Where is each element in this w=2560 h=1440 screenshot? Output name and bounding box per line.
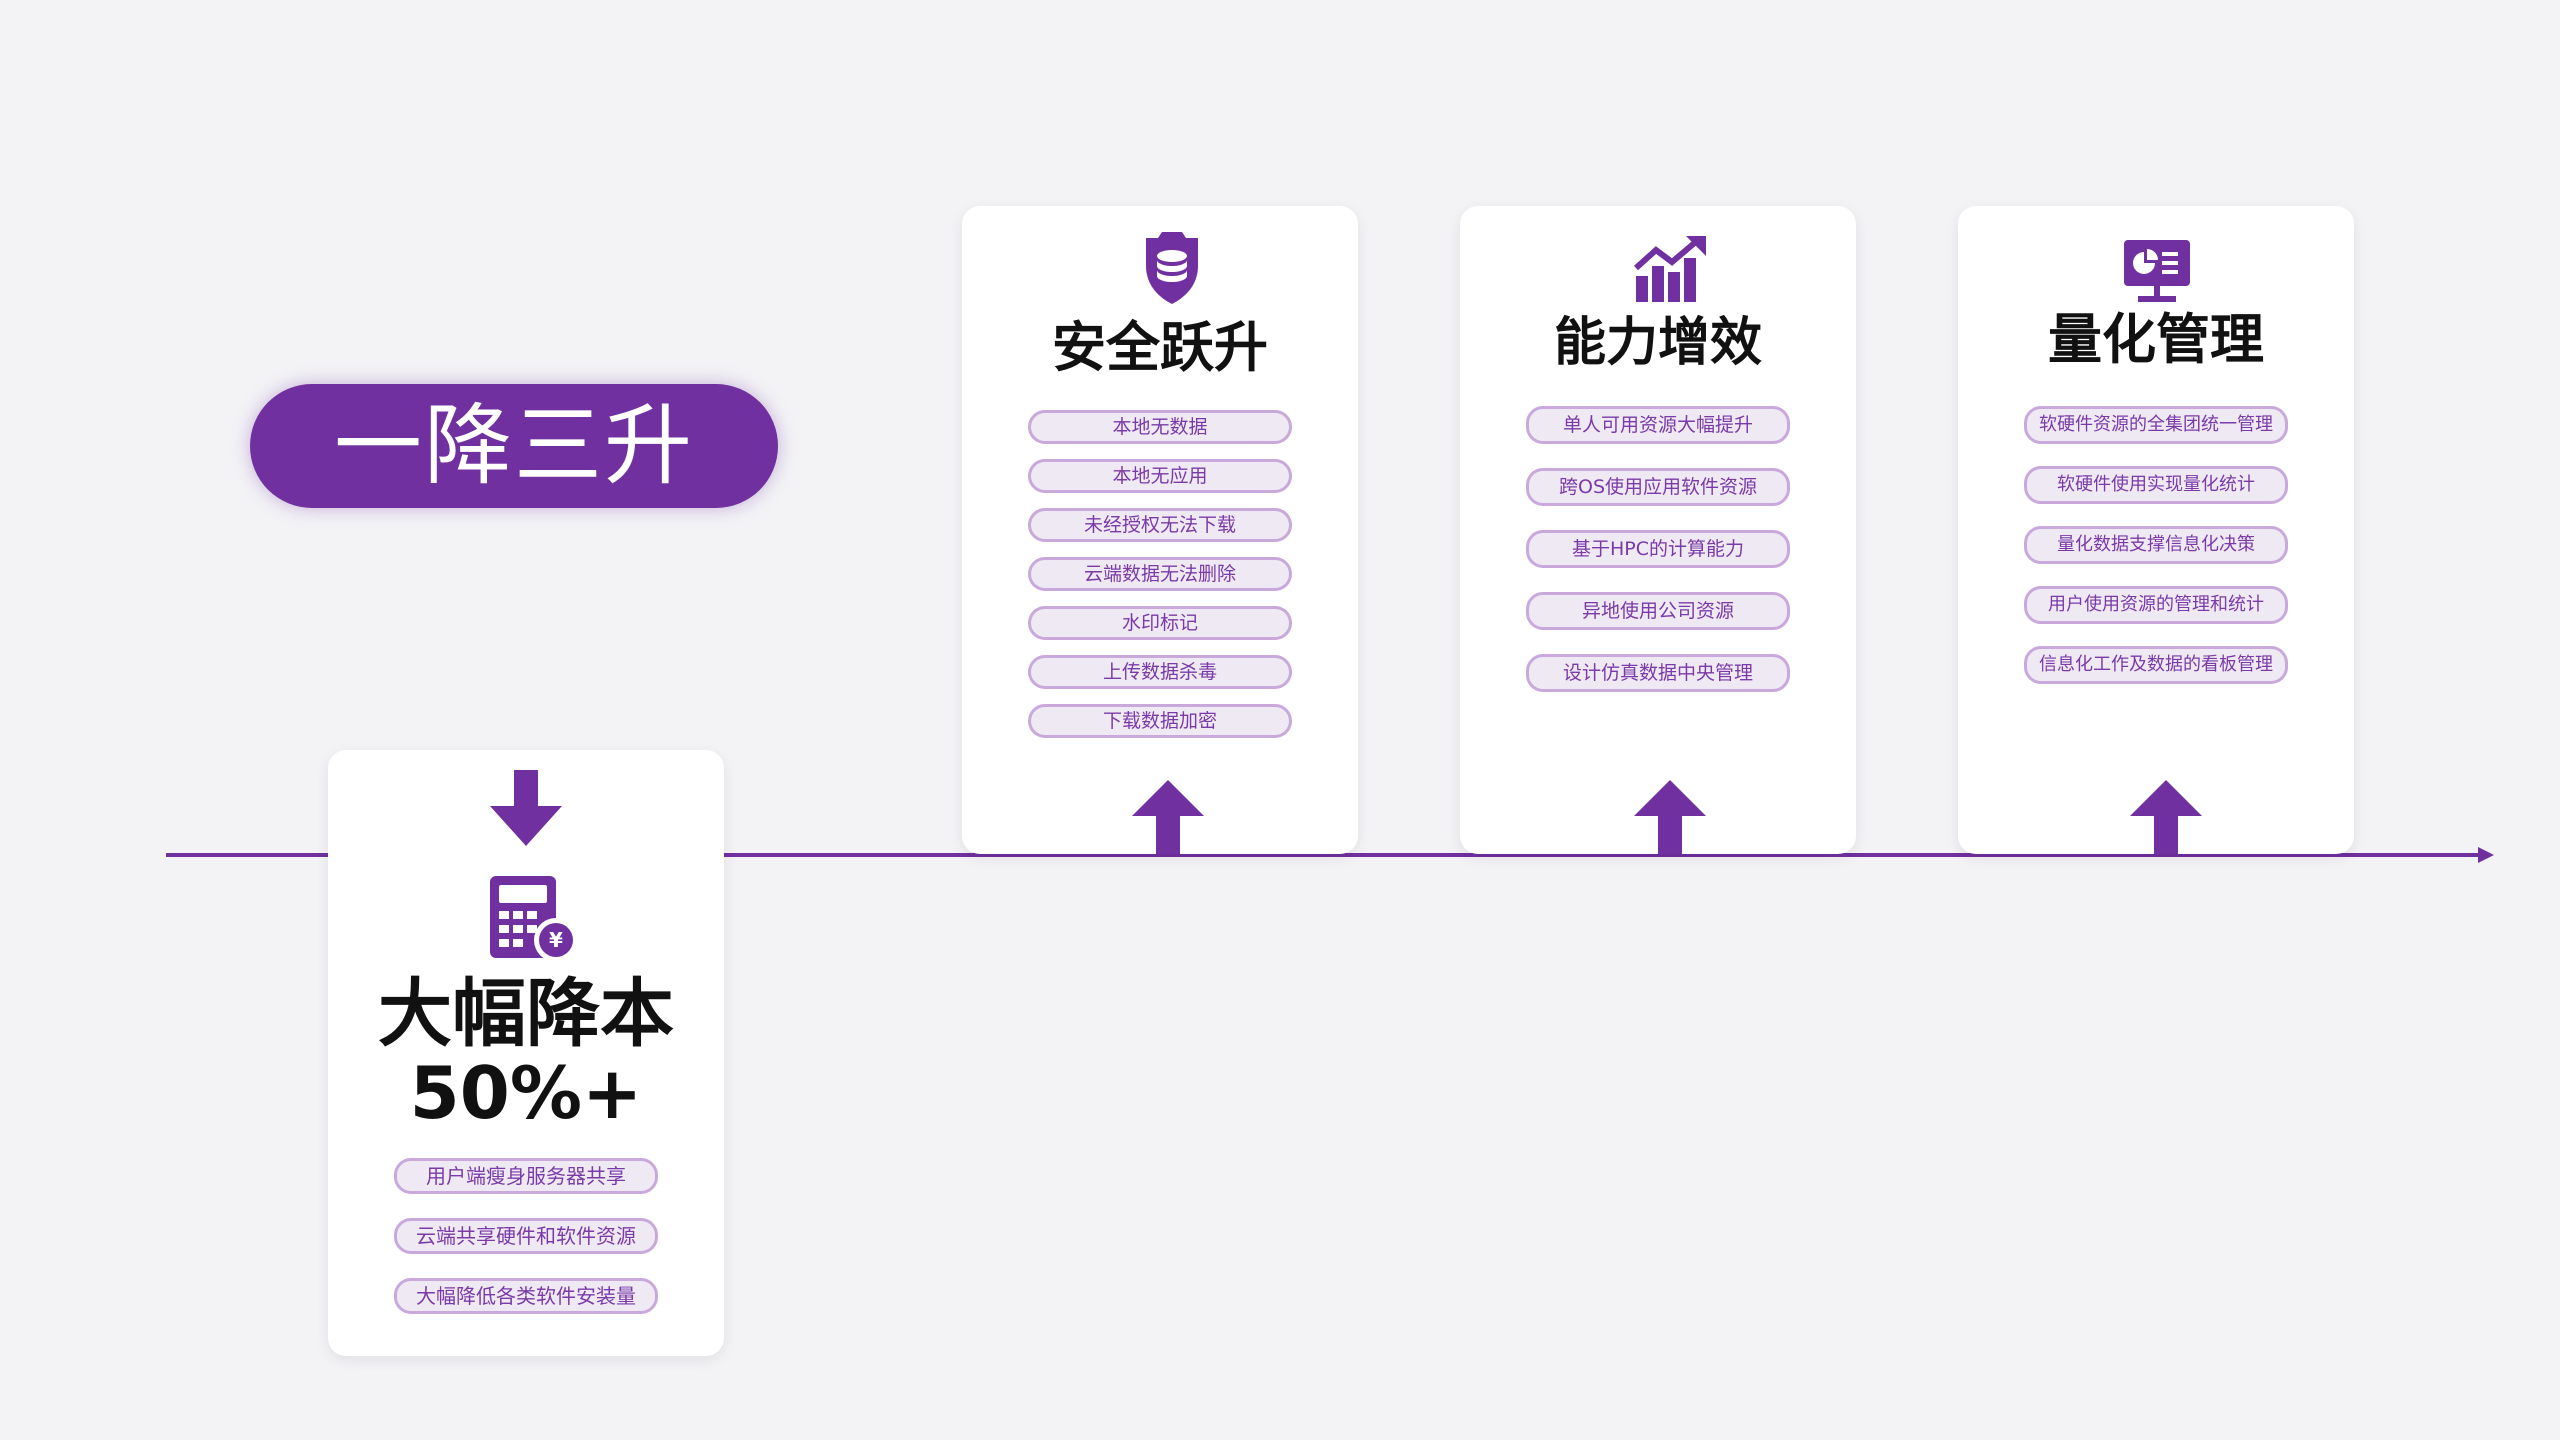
security-card-tag-list: 本地无数据 本地无应用 未经授权无法下载 云端数据无法删除 水印标记 上传数据杀… (962, 410, 1358, 738)
presentation-board-icon (2124, 240, 2190, 302)
up-arrow-icon (1132, 780, 1204, 854)
cost-card-title: 大幅降本 (378, 971, 674, 1057)
capability-card-tag-list: 单人可用资源大幅提升 跨OS使用应用软件资源 基于HPC的计算能力 异地使用公司… (1460, 406, 1856, 692)
cost-card-percentage: 50%+ (409, 1051, 643, 1135)
security-tag: 本地无应用 (1028, 459, 1292, 493)
cost-tag: 大幅降低各类软件安装量 (394, 1278, 658, 1314)
security-tag: 本地无数据 (1028, 410, 1292, 444)
security-card-title: 安全跃升 (1052, 316, 1268, 379)
management-card-title: 量化管理 (2048, 308, 2264, 371)
shield-database-icon (1146, 232, 1198, 304)
security-card: 安全跃升 本地无数据 本地无应用 未经授权无法下载 云端数据无法删除 水印标记 … (962, 206, 1358, 854)
capability-tag: 异地使用公司资源 (1526, 592, 1790, 630)
calculator-yen-icon: ¥ (490, 876, 578, 962)
management-tag: 用户使用资源的管理和统计 (2024, 586, 2288, 624)
capability-tag: 基于HPC的计算能力 (1526, 530, 1790, 568)
cost-tag: 用户端瘦身服务器共享 (394, 1158, 658, 1194)
security-tag: 云端数据无法删除 (1028, 557, 1292, 591)
security-tag: 上传数据杀毒 (1028, 655, 1292, 689)
down-arrow-icon (490, 770, 562, 846)
security-tag: 下载数据加密 (1028, 704, 1292, 738)
up-arrow-icon (2130, 780, 2202, 854)
capability-card-title: 能力增效 (1553, 313, 1762, 373)
management-card: 量化管理 软硬件资源的全集团统一管理 软硬件使用实现量化统计 量化数据支撑信息化… (1958, 206, 2354, 854)
timeline-arrowhead-icon (2478, 847, 2494, 863)
bar-chart-trend-icon (1634, 236, 1706, 302)
main-title-pill: 一降三升 (250, 384, 778, 508)
capability-tag: 跨OS使用应用软件资源 (1526, 468, 1790, 506)
svg-text:¥: ¥ (549, 928, 563, 952)
management-card-tag-list: 软硬件资源的全集团统一管理 软硬件使用实现量化统计 量化数据支撑信息化决策 用户… (1958, 406, 2354, 684)
capability-tag: 设计仿真数据中央管理 (1526, 654, 1790, 692)
security-tag: 未经授权无法下载 (1028, 508, 1292, 542)
up-arrow-icon (1634, 780, 1706, 854)
management-tag: 软硬件使用实现量化统计 (2024, 466, 2288, 504)
management-tag: 软硬件资源的全集团统一管理 (2024, 406, 2288, 444)
management-tag: 量化数据支撑信息化决策 (2024, 526, 2288, 564)
cost-tag: 云端共享硬件和软件资源 (394, 1218, 658, 1254)
cost-reduction-card: ¥ 大幅降本 50%+ 用户端瘦身服务器共享 云端共享硬件和软件资源 大幅降低各… (328, 750, 724, 1356)
capability-tag: 单人可用资源大幅提升 (1526, 406, 1790, 444)
capability-card: 能力增效 单人可用资源大幅提升 跨OS使用应用软件资源 基于HPC的计算能力 异… (1460, 206, 1856, 854)
management-tag: 信息化工作及数据的看板管理 (2024, 646, 2288, 684)
cost-card-tag-list: 用户端瘦身服务器共享 云端共享硬件和软件资源 大幅降低各类软件安装量 (328, 1158, 724, 1314)
security-tag: 水印标记 (1028, 606, 1292, 640)
